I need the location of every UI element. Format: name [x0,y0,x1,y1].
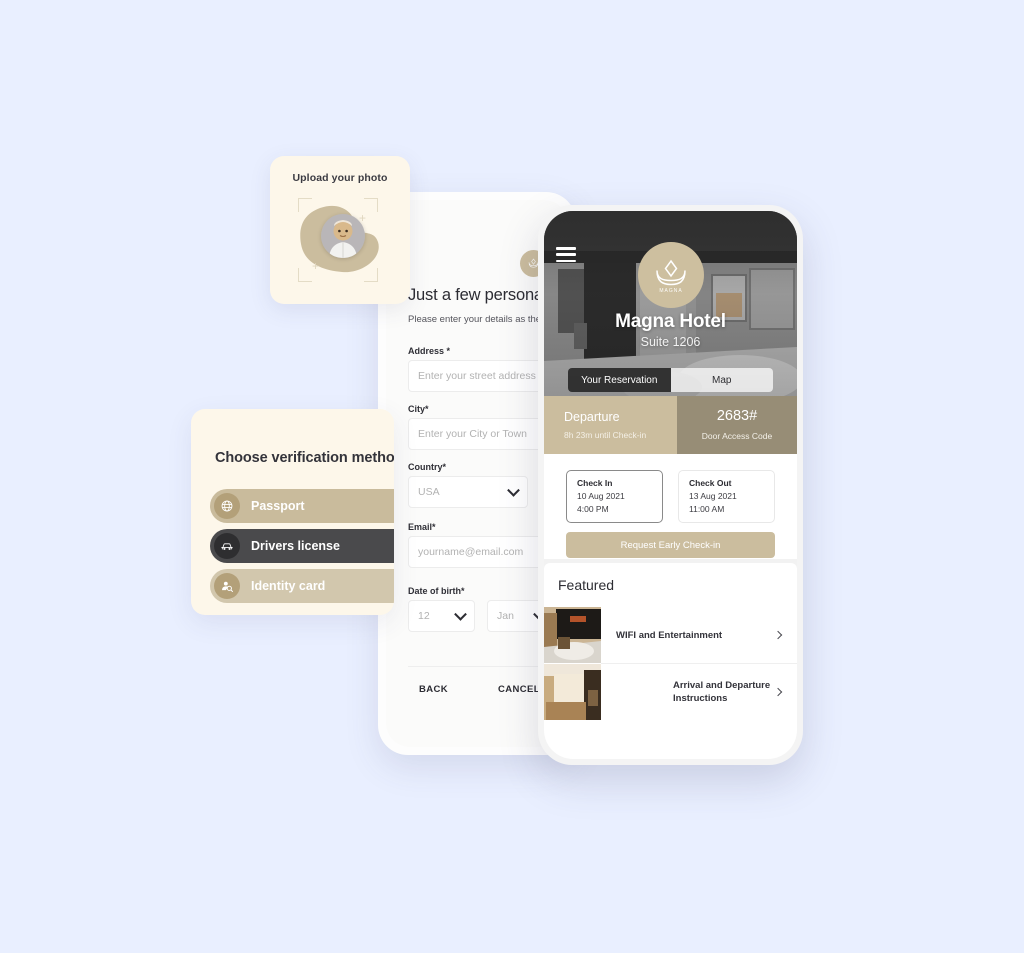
globe-icon [214,493,240,519]
verification-card-title: Choose verification method [215,450,394,466]
verification-option-identity-card[interactable]: Identity card [210,569,394,603]
departure-label: Departure [564,410,620,424]
address-placeholder: Enter your street address [418,370,536,382]
back-button[interactable]: BACK [419,684,448,695]
form-divider [408,666,554,667]
check-out-date: 13 Aug 2021 [689,491,737,501]
featured-list: WIFI and Entertainment Arrival and Depar… [544,607,797,759]
check-out-card[interactable]: Check Out 13 Aug 2021 11:00 AM [678,470,775,523]
chevron-right-icon [773,630,783,640]
country-value: USA [418,486,440,498]
reservation-tabs: Your Reservation Map [568,368,773,392]
upload-photo-area[interactable]: + + [270,190,410,296]
upload-photo-title: Upload your photo [292,172,388,184]
verification-option-label: Identity card [251,579,326,593]
magna-logo: MAGNA [637,242,704,308]
dob-month-value: Jan [497,610,514,622]
request-early-checkin-button[interactable]: Request Early Check-in [566,532,775,558]
hotel-phone-screen: MAGNA Magna Hotel Suite 1206 Your Reserv… [544,211,797,759]
door-access-code-label: Door Access Code [701,431,773,441]
cancel-button[interactable]: CANCEL [498,684,540,695]
upload-photo-card: Upload your photo + + [270,156,410,304]
verification-option-label: Passport [251,499,305,513]
list-item[interactable]: Arrival and Departure Instructions [544,663,797,720]
car-icon [214,533,240,559]
dob-day-select[interactable]: 12 [408,600,475,632]
address-label: Address * [408,346,451,356]
chevron-down-icon [507,483,520,497]
date-of-birth-label: Date of birth* [408,586,465,596]
email-label: Email* [408,522,436,532]
check-in-card[interactable]: Check In 10 Aug 2021 4:00 PM [566,470,663,523]
featured-thumbnail [544,664,601,720]
list-item[interactable]: WIFI and Entertainment [544,607,797,663]
country-select[interactable]: USA [408,476,528,508]
logo-wordmark: MAGNA [659,288,682,294]
hamburger-menu-icon[interactable] [556,247,576,262]
scene: Just a few personal details Please enter… [0,0,1024,953]
check-out-time: 11:00 AM [689,504,725,514]
departure-countdown: 8h 23m until Check-in [564,430,647,440]
hotel-phone-device: MAGNA Magna Hotel Suite 1206 Your Reserv… [538,205,803,765]
status-band: Departure 8h 23m until Check-in 2683# Do… [544,396,797,454]
chevron-down-icon [454,607,467,621]
page-title: Magna Hotel [615,311,726,332]
departure-panel: Departure 8h 23m until Check-in [544,396,677,454]
door-access-code-value: 2683# [716,408,758,424]
hero-image: MAGNA Magna Hotel Suite 1206 Your Reserv… [544,211,797,396]
tab-map[interactable]: Map [670,368,773,392]
check-out-title: Check Out [689,478,732,488]
check-in-date: 10 Aug 2021 [577,491,625,501]
verification-option-passport[interactable]: Passport [210,489,394,523]
featured-thumbnail [544,607,601,663]
avatar [321,214,365,258]
id-person-search-icon [214,573,240,599]
tab-your-reservation[interactable]: Your Reservation [568,368,671,392]
reservation-card: Check In 10 Aug 2021 4:00 PM Check Out 1… [544,454,797,559]
country-label: Country* [408,462,446,472]
verification-option-drivers-license[interactable]: Drivers license [210,529,394,563]
suite-subtitle: Suite 1206 [640,335,701,349]
email-placeholder: yourname@email.com [418,546,524,558]
verification-option-label: Drivers license [251,539,340,553]
featured-section: Featured WIFI and Entertainment Arrival … [544,563,797,759]
check-in-time: 4:00 PM [577,504,609,514]
featured-title: Featured [558,577,615,593]
featured-item-label: WIFI and Entertainment [616,629,723,641]
city-placeholder: Enter your City or Town [418,428,527,440]
city-label: City* [408,404,429,414]
verification-method-card: Choose verification method Passport Driv… [191,409,394,615]
door-code-panel: 2683# Door Access Code [677,396,797,454]
check-in-title: Check In [577,478,613,488]
dob-day-value: 12 [418,610,430,622]
